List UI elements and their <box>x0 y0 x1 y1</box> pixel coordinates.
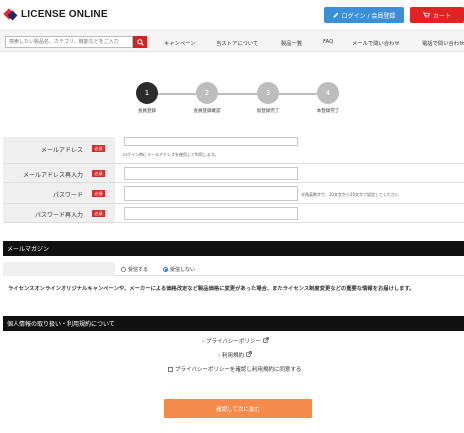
nav-item-products[interactable]: 製品一覧 <box>281 39 302 47</box>
search-icon <box>136 38 144 46</box>
password-label: パスワード <box>52 192 83 199</box>
password-confirm-row: パスワード再入力 必須 <box>3 204 464 223</box>
terms-link-label: 利用規約 <box>221 353 244 359</box>
nav-item-faq[interactable]: FAQ <box>323 39 333 45</box>
password-note: 半角英数字で、10文字から20文字で設定してください <box>301 192 399 197</box>
step-3-label: 仮登録完了 <box>256 109 280 114</box>
email-label: メールアドレス <box>40 147 83 154</box>
required-badge: 必須 <box>92 145 105 152</box>
email-field[interactable] <box>124 137 298 146</box>
terms-link[interactable]: › 利用規約 <box>218 351 252 359</box>
agree-checkbox[interactable] <box>168 367 173 372</box>
step-4-label: 本登録完了 <box>316 109 340 114</box>
step-1-circle: 1 <box>136 82 158 104</box>
agree-label: プライバシーポリシーを確認し利用規約に同意する <box>175 367 302 373</box>
confirm-next-button[interactable]: 確認して次に進む <box>164 399 312 418</box>
required-badge: 必須 <box>92 190 105 197</box>
step-1-label: 会員登録 <box>138 109 156 114</box>
privacy-policy-link[interactable]: › プライバシーポリシー <box>202 337 269 345</box>
password-confirm-label: パスワード再入力 <box>34 212 83 219</box>
mailmag-row: 受信する 受信しない <box>3 262 464 276</box>
password-confirm-field[interactable] <box>124 207 298 220</box>
step-4-circle: 4 <box>317 82 339 104</box>
password-field[interactable] <box>124 186 298 201</box>
steps-connector <box>148 93 328 95</box>
caret-right-icon: › <box>218 353 221 359</box>
search-button[interactable] <box>133 36 147 48</box>
password-confirm-label-cell: パスワード再入力 必須 <box>3 204 115 222</box>
email-confirm-row: メールアドレス再入力 必須 <box>3 164 464 183</box>
login-register-label: ログイン / 会員登録 <box>341 12 396 20</box>
nav-item-campaign[interactable]: キャンペーン <box>164 39 196 47</box>
mailmag-option-yes-label: 受信する <box>128 267 149 273</box>
logo-mark-icon <box>3 8 18 21</box>
radio-no[interactable] <box>163 267 168 272</box>
nav-item-phone-contact[interactable]: 電話で問い合わせ <box>422 39 464 47</box>
mailmag-option-no-label: 受信しない <box>170 267 196 273</box>
required-badge: 必須 <box>92 170 105 177</box>
mailmag-option-yes[interactable]: 受信する <box>121 266 148 273</box>
mailmag-option-no[interactable]: 受信しない <box>163 266 195 273</box>
mailmag-description: ライセンスオンラインオリジナルキャンペーンや、メーカーによる価格改定など製品価格… <box>8 286 415 292</box>
cart-icon <box>422 12 430 18</box>
email-confirm-label-cell: メールアドレス再入力 必須 <box>3 164 115 182</box>
header: LICENSE ONLINE ログイン / 会員登録 カート <box>0 0 464 30</box>
email-label-cell: メールアドレス 必須 <box>3 137 115 163</box>
nav-item-about[interactable]: 当ストアについて <box>216 39 258 47</box>
email-confirm-label: メールアドレス再入力 <box>22 172 83 179</box>
step-2-circle: 2 <box>196 82 218 104</box>
logo[interactable]: LICENSE ONLINE <box>3 8 108 21</box>
step-3-circle: 3 <box>257 82 279 104</box>
search-input[interactable] <box>5 36 133 48</box>
email-note: ログイン時にメールアドレスを使用して利用します。 <box>123 152 219 157</box>
cart-button[interactable]: カート <box>410 7 464 23</box>
nav-item-mail-contact[interactable]: メールで問い合わせ <box>352 39 400 47</box>
password-row: パスワード 必須 半角英数字で、10文字から20文字で設定してください <box>3 183 464 204</box>
external-link-icon <box>262 337 269 343</box>
nav-bar: キャンペーン 当ストアについて 製品一覧 FAQ メールで問い合わせ 電話で問い… <box>0 30 464 52</box>
required-badge: 必須 <box>92 210 105 217</box>
login-register-button[interactable]: ログイン / 会員登録 <box>324 7 404 23</box>
privacy-policy-link-label: プライバシーポリシー <box>205 339 261 345</box>
pencil-icon <box>333 12 338 18</box>
external-link-icon <box>246 351 252 357</box>
mailmag-label-cell <box>3 262 115 276</box>
email-row: メールアドレス 必須 ログイン時にメールアドレスを使用して利用します。 <box>3 137 464 164</box>
privacy-section-header: 個人情報の取り扱い・利用規約について <box>3 316 464 331</box>
mailmag-section-header: メールマガジン <box>3 241 464 256</box>
logo-text: LICENSE ONLINE <box>21 9 108 20</box>
step-2-label: 会員登録確認 <box>193 109 221 114</box>
cart-label: カート <box>432 12 451 20</box>
caret-right-icon: › <box>202 339 205 345</box>
radio-yes[interactable] <box>121 267 126 272</box>
agree-checkbox-row[interactable]: プライバシーポリシーを確認し利用規約に同意する <box>168 365 301 373</box>
password-label-cell: パスワード 必須 <box>3 183 115 203</box>
email-confirm-field[interactable] <box>124 167 298 180</box>
